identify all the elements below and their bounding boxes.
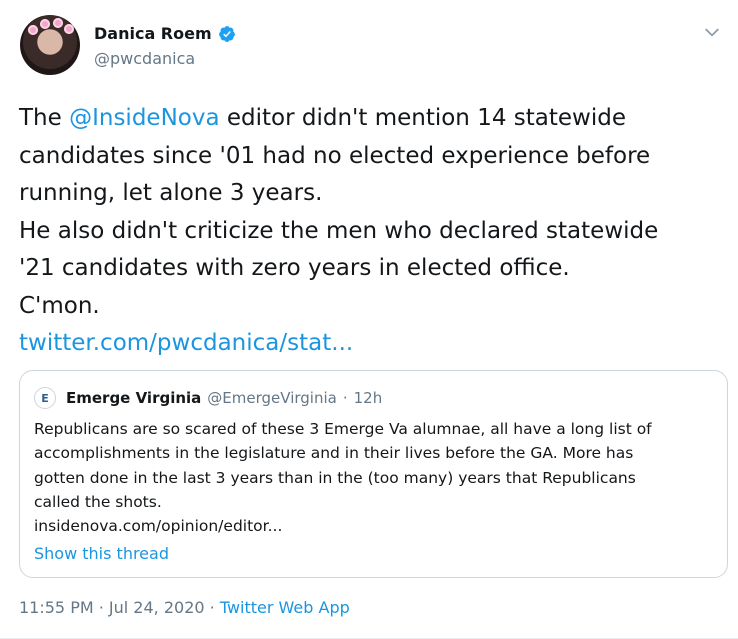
tweet-text-fragment: editor didn't mention 14 statewide bbox=[219, 105, 626, 131]
tweet-text-line: The @InsideNova editor didn't mention 14… bbox=[19, 100, 724, 138]
tweet-text-line: running, let alone 3 years. bbox=[19, 180, 323, 206]
author-handle[interactable]: @pwcdanica bbox=[94, 49, 195, 68]
display-name[interactable]: Danica Roem bbox=[94, 24, 212, 43]
quoted-text-line: accomplishments in the legislature and i… bbox=[34, 444, 634, 463]
tweet-text-line: C'mon. bbox=[19, 292, 100, 319]
tweet-card: Danica Roem @pwcdanica The @InsideNova e… bbox=[0, 0, 738, 639]
mention-link[interactable]: @InsideNova bbox=[69, 105, 219, 131]
tweet-text-fragment: The bbox=[19, 105, 70, 131]
quoted-tweet-text: Republicans are so scared of these 3 Eme… bbox=[34, 417, 724, 538]
quoted-timestamp: 12h bbox=[353, 389, 383, 407]
quoted-handle: @EmergeVirginia bbox=[207, 389, 337, 407]
quoted-text-line: Republicans are so scared of these 3 Eme… bbox=[34, 420, 652, 438]
quoted-avatar: E bbox=[34, 387, 56, 409]
quoted-text-line: called the shots. bbox=[34, 492, 162, 511]
tweet-source-link[interactable]: Twitter Web App bbox=[220, 598, 350, 617]
quoted-text-line: gotten done in the last 3 years than in … bbox=[34, 468, 636, 487]
tweet-footer: 11:55 PM · Jul 24, 2020 · Twitter Web Ap… bbox=[19, 598, 350, 617]
chevron-down-icon[interactable] bbox=[702, 22, 722, 42]
verified-badge-icon bbox=[218, 25, 235, 42]
quoted-text-line: insidenova.com/opinion/editor... bbox=[34, 517, 283, 536]
author-name-row[interactable]: Danica Roem bbox=[94, 24, 236, 43]
tweet-text-line: candidates since '01 had no elected expe… bbox=[19, 142, 651, 169]
show-thread-link[interactable]: Show this thread bbox=[34, 544, 169, 563]
tweet-text-line: '21 candidates with zero years in electe… bbox=[19, 255, 570, 281]
quoted-tweet[interactable]: E Emerge Virginia @EmergeVirginia · 12h … bbox=[19, 370, 728, 578]
separator-dot: · bbox=[342, 389, 348, 407]
tweet-text: The @InsideNova editor didn't mention 14… bbox=[19, 100, 724, 363]
footer-separator: · bbox=[204, 598, 220, 617]
tweet-link[interactable]: twitter.com/pwcdanica/stat... bbox=[19, 325, 724, 363]
quoted-tweet-header: E Emerge Virginia @EmergeVirginia · 12h bbox=[34, 387, 382, 409]
tweet-timestamp[interactable]: 11:55 PM · Jul 24, 2020 bbox=[19, 598, 205, 617]
tweet-text-line: He also didn't criticize the men who dec… bbox=[19, 217, 659, 244]
avatar[interactable] bbox=[20, 15, 80, 75]
quoted-display-name: Emerge Virginia bbox=[66, 389, 202, 407]
